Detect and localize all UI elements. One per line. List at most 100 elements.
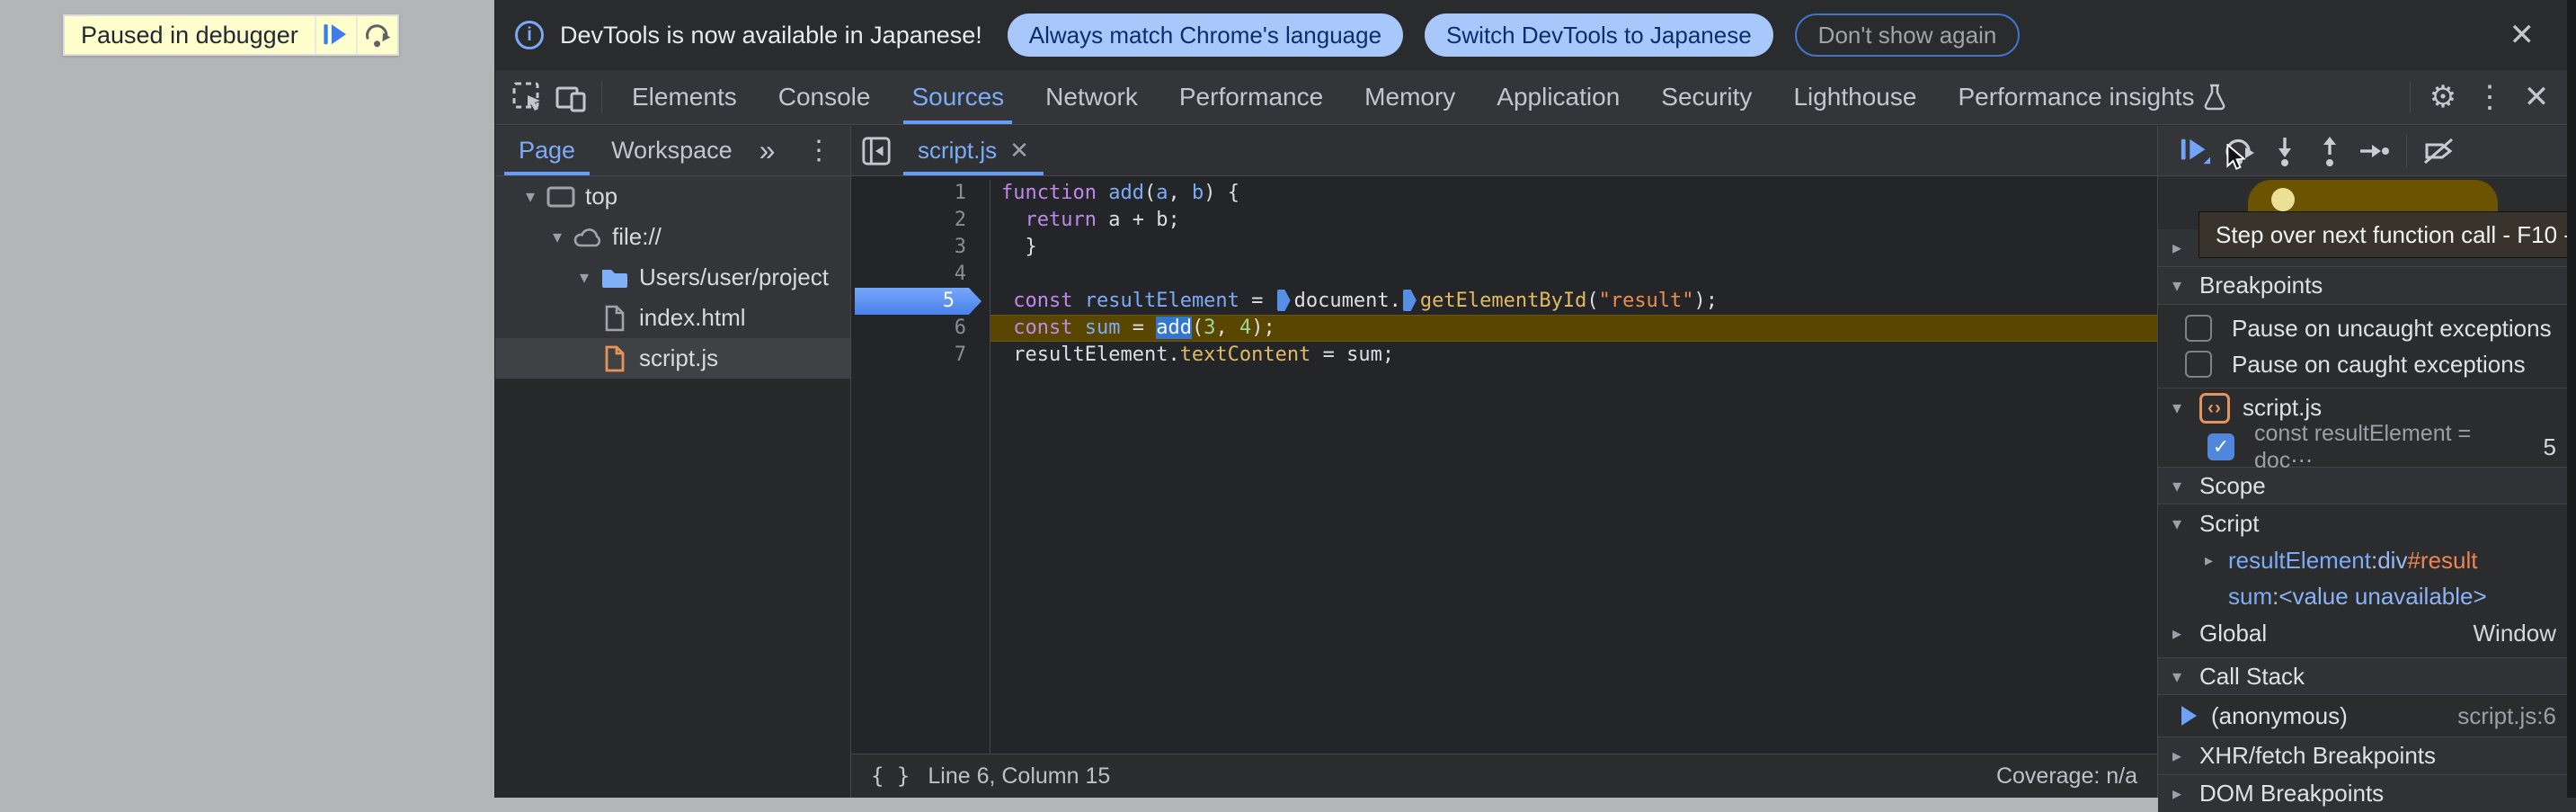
tab-close-icon[interactable]: ✕ — [1009, 137, 1029, 165]
chevron-down-icon[interactable]: ▾ — [544, 226, 571, 248]
tab-performance[interactable]: Performance — [1159, 70, 1344, 124]
checkbox-row-pause-on-uncaught-exceptions[interactable]: Pause on uncaught exceptions — [2158, 310, 2576, 346]
checkbox[interactable] — [2185, 315, 2212, 342]
code-line-3[interactable]: } — [990, 234, 2157, 261]
section-xhr-breakpoints[interactable]: ▸ XHR/fetch Breakpoints — [2158, 736, 2576, 774]
tree-item-script.js[interactable]: script.js — [495, 338, 850, 379]
chevron-down-icon[interactable]: ▾ — [517, 185, 544, 208]
checkbox[interactable] — [2185, 351, 2212, 378]
editor-tab-scriptjs[interactable]: script.js ✕ — [902, 126, 1045, 175]
current-frame-arrow-icon — [2181, 706, 2197, 726]
code-token: ( — [1586, 290, 1598, 312]
code-token: sum — [1085, 317, 1121, 339]
step-out-button[interactable] — [2307, 129, 2352, 173]
tab-network[interactable]: Network — [1025, 70, 1159, 124]
code-token: resultElement — [1085, 290, 1239, 312]
tree-item-index.html[interactable]: index.html — [495, 298, 850, 338]
code-line-4[interactable] — [990, 261, 2157, 288]
section-call-stack[interactable]: ▾ Call Stack — [2158, 657, 2576, 695]
devtools-toolbar: ElementsConsoleSourcesNetworkPerformance… — [495, 70, 2576, 125]
toggle-device-toolbar-button[interactable] — [549, 76, 592, 119]
inline-breakpoint-marker-icon[interactable] — [1403, 290, 1417, 311]
deactivate-breakpoints-button[interactable] — [2416, 129, 2461, 173]
breakpoint-badge[interactable]: 5 — [855, 288, 982, 315]
code-line-2[interactable]: return a + b; — [990, 207, 2157, 234]
line-number-4[interactable]: 4 — [851, 261, 990, 288]
tree-item-users-user-project[interactable]: ▾Users/user/project — [495, 257, 850, 298]
scope-global-label: Global — [2199, 620, 2267, 647]
code-line-6[interactable]: const sum = add(3, 4); — [990, 315, 2157, 342]
tree-item-top[interactable]: ▾top — [495, 176, 850, 217]
more-options-kebab-icon[interactable]: ⋮ — [2466, 76, 2513, 119]
resume-script-button[interactable] — [315, 16, 356, 54]
hide-navigator-button[interactable] — [851, 126, 902, 175]
call-stack-frame[interactable]: (anonymous)script.js:6 — [2158, 695, 2576, 736]
always-match-language-button[interactable]: Always match Chrome's language — [1008, 13, 1403, 57]
code-line-1[interactable]: function add(a, b) { — [990, 180, 2157, 207]
code-lines[interactable]: function add(a, b) { return a + b; } con… — [990, 180, 2157, 754]
step-icon — [2358, 135, 2391, 167]
step-out-icon — [2314, 135, 2346, 167]
code-token: b — [1192, 182, 1204, 204]
settings-gear-icon[interactable]: ⚙ — [2420, 76, 2466, 119]
frame-location[interactable]: script.js:6 — [2457, 702, 2576, 730]
inspect-element-button[interactable] — [506, 76, 549, 119]
breakpoint-entry[interactable]: ✓ const resultElement = doc⋯ 5 — [2158, 427, 2576, 467]
debugger-toolbar-separator — [2406, 135, 2407, 167]
scope-global-group[interactable]: ▸ Global Window — [2158, 614, 2576, 652]
step-into-button[interactable] — [2262, 129, 2307, 173]
dont-show-again-button[interactable]: Don't show again — [1795, 13, 2021, 57]
line-number-1[interactable]: 1 — [851, 180, 990, 207]
code-line-7[interactable]: resultElement.textContent = sum; — [990, 342, 2157, 369]
editor-tabbar: script.js ✕ — [851, 126, 2157, 176]
line-number-6[interactable]: 6 — [851, 315, 990, 342]
tab-security[interactable]: Security — [1640, 70, 1772, 124]
line-number-7[interactable]: 7 — [851, 342, 990, 369]
breakpoint-checkbox[interactable]: ✓ — [2207, 433, 2234, 460]
device-toolbar-icon — [554, 80, 588, 114]
navigator-kebab-icon[interactable]: ⋮ — [787, 126, 850, 175]
chevron-down-icon[interactable]: ▾ — [571, 266, 598, 289]
section-breakpoints[interactable]: ▾ Breakpoints — [2158, 267, 2576, 305]
tab-lighthouse[interactable]: Lighthouse — [1772, 70, 1937, 124]
inline-breakpoint-marker-icon[interactable] — [1277, 290, 1291, 311]
step-over-button-overlay[interactable] — [356, 16, 397, 54]
tab-elements[interactable]: Elements — [611, 70, 758, 124]
selected-token: add — [1156, 317, 1192, 339]
tab-workspace[interactable]: Workspace — [593, 126, 751, 175]
line-number-5[interactable]: 5 — [851, 288, 990, 315]
checkbox-row-pause-on-caught-exceptions[interactable]: Pause on caught exceptions — [2158, 346, 2576, 382]
notification-close-icon[interactable]: ✕ — [2509, 20, 2536, 50]
switch-devtools-japanese-button[interactable]: Switch DevTools to Japanese — [1425, 13, 1773, 57]
chevron-right-icon[interactable]: ▸ — [2205, 551, 2228, 570]
tab-label: Memory — [1364, 83, 1455, 112]
scope-prop-sum[interactable]: sum: <value unavailable> — [2158, 578, 2576, 614]
code-editor[interactable]: 1234567 function add(a, b) { return a + … — [851, 176, 2157, 754]
tab-console[interactable]: Console — [758, 70, 892, 124]
tab-memory[interactable]: Memory — [1344, 70, 1476, 124]
file-icon — [598, 305, 632, 332]
tree-item-file-[interactable]: ▾file:// — [495, 217, 850, 257]
section-dom-breakpoints[interactable]: ▸ DOM Breakpoints — [2158, 774, 2576, 812]
scope-properties: ▸resultElement: div#resultsum: <value un… — [2158, 542, 2576, 614]
line-number-2[interactable]: 2 — [851, 207, 990, 234]
scope-script-group[interactable]: ▾ Script — [2158, 504, 2576, 542]
tab-performance-insights[interactable]: Performance insights — [1937, 70, 2247, 124]
line-number-3[interactable]: 3 — [851, 234, 990, 261]
tab-sources[interactable]: Sources — [891, 70, 1025, 124]
step-button[interactable] — [2352, 129, 2397, 173]
resume-script-button[interactable] — [2172, 129, 2217, 173]
debugger-toolbar — [2158, 126, 2576, 176]
more-tabs-icon[interactable]: » — [751, 126, 785, 175]
navigator-toolbar: Page Workspace » ⋮ — [495, 126, 850, 176]
scope-prop-colon: : — [2272, 583, 2278, 611]
scope-prop-resultElement[interactable]: ▸resultElement: div#result — [2158, 542, 2576, 578]
code-token: 3 — [1204, 317, 1215, 339]
notification-message: DevTools is now available in Japanese! — [560, 22, 982, 49]
tab-page[interactable]: Page — [501, 126, 593, 175]
pretty-print-icon[interactable]: { } — [871, 763, 910, 789]
close-devtools-icon[interactable]: ✕ — [2513, 76, 2560, 119]
line-number-gutter[interactable]: 1234567 — [851, 180, 990, 754]
code-line-5[interactable]: const resultElement = document.getElemen… — [990, 288, 2157, 315]
tab-application[interactable]: Application — [1476, 70, 1640, 124]
